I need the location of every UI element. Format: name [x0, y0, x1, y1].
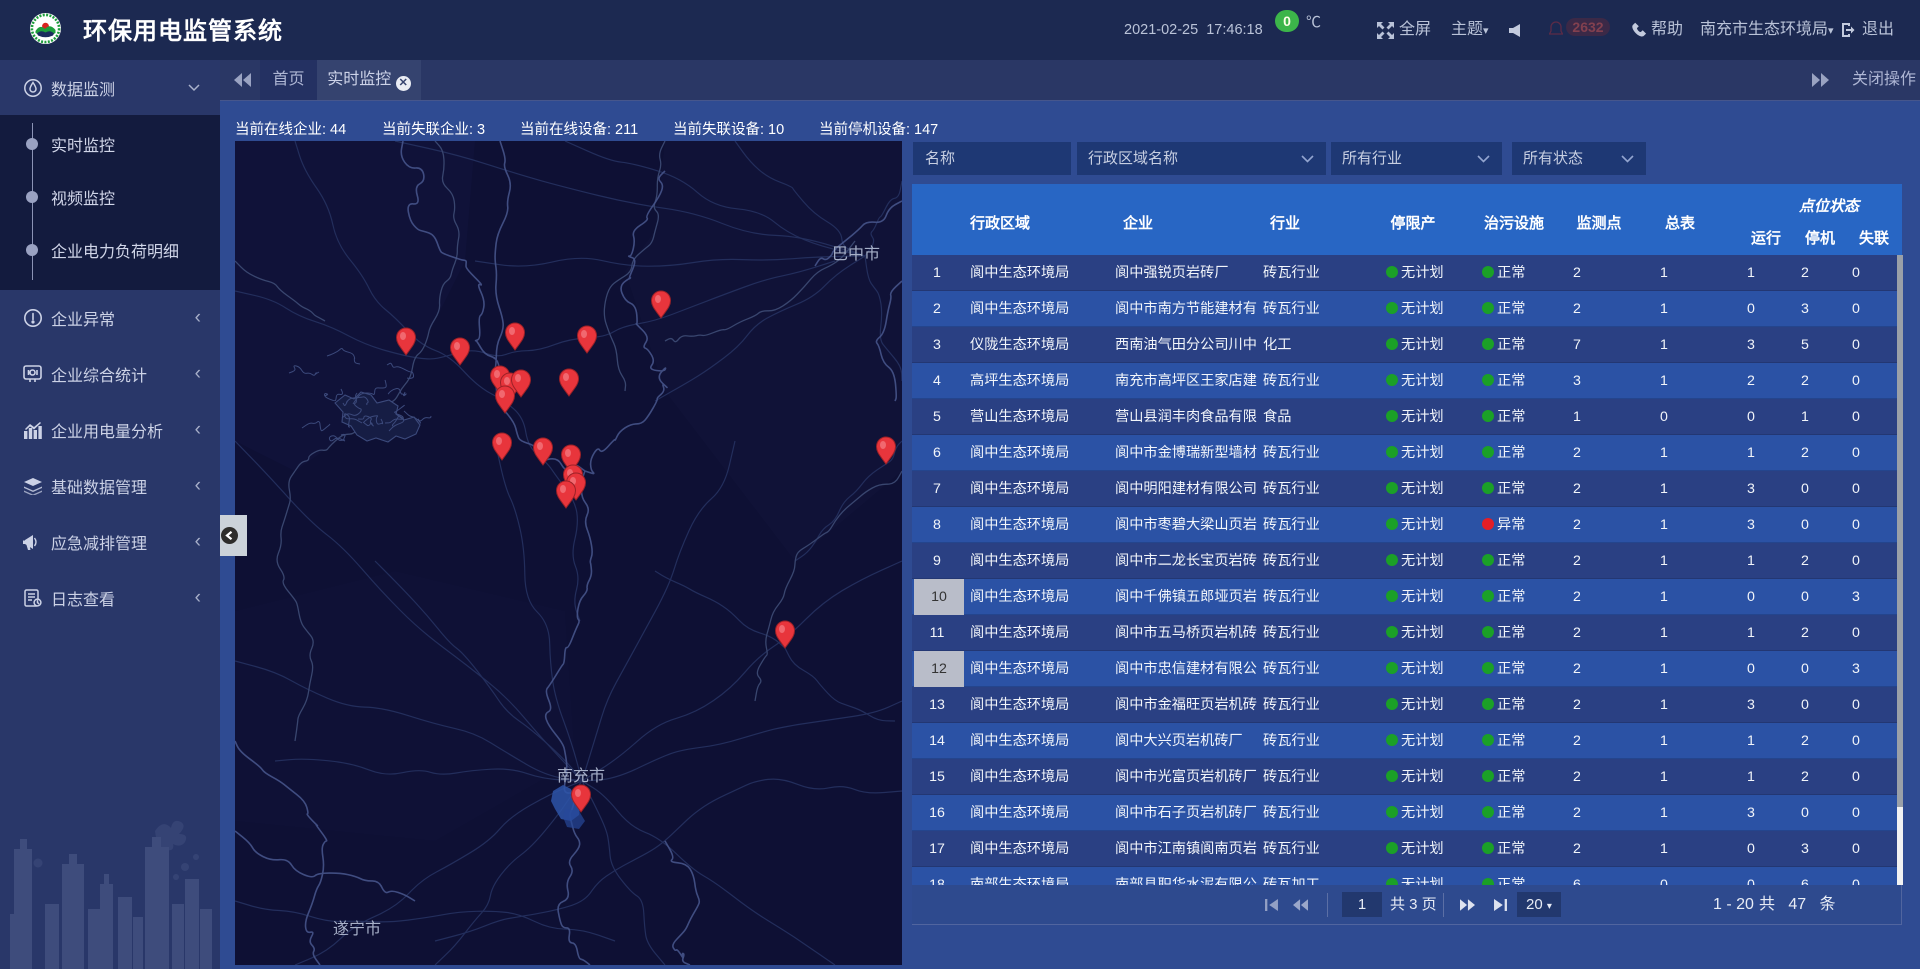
svg-text:南充市: 南充市	[557, 767, 605, 785]
svg-text:巴中市: 巴中市	[832, 245, 880, 263]
svg-text:遂宁市: 遂宁市	[333, 920, 381, 938]
